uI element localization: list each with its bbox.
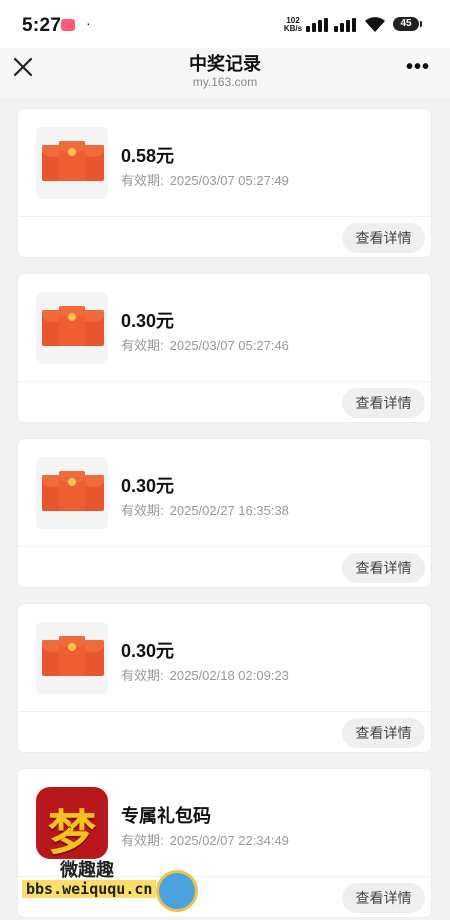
view-details-button[interactable]: 查看详情	[342, 718, 425, 748]
validity-date: 2025/02/27 16:35:38	[169, 503, 289, 518]
watermark-text: 微趣趣	[60, 860, 114, 880]
wifi-icon	[365, 17, 385, 32]
status-dot: ·	[86, 15, 91, 31]
view-details-button[interactable]: 查看详情	[342, 388, 425, 418]
record-amount: 0.30元	[121, 311, 175, 331]
network-speed: 102 KB/s	[282, 17, 304, 33]
red-envelope-icon	[36, 292, 108, 364]
view-details-button[interactable]: 查看详情	[342, 553, 425, 583]
validity-label: 有效期:	[121, 668, 164, 683]
red-envelope-icon	[36, 622, 108, 694]
red-envelope-icon	[36, 457, 108, 529]
record-validity: 有效期: 2025/02/27 16:35:38	[121, 500, 295, 519]
validity-label: 有效期:	[121, 833, 164, 848]
validity-label: 有效期:	[121, 173, 164, 188]
game-app-icon: 梦	[36, 787, 108, 859]
validity-date: 2025/02/18 02:09:23	[169, 668, 289, 683]
record-validity: 有效期: 2025/03/07 05:27:46	[121, 335, 295, 354]
divider	[18, 381, 431, 382]
record-card: 0.58元 有效期: 2025/03/07 05:27:49 查看详情	[18, 109, 431, 257]
divider	[18, 711, 431, 712]
record-validity: 有效期: 2025/02/07 22:34:49	[121, 830, 295, 849]
red-envelope-icon	[36, 127, 108, 199]
more-icon[interactable]: •••	[406, 56, 430, 79]
record-card: 0.30元 有效期: 2025/02/18 02:09:23 查看详情	[18, 604, 431, 752]
view-details-button[interactable]: 查看详情	[342, 883, 425, 913]
signal-icon	[334, 18, 356, 32]
validity-date: 2025/03/07 05:27:46	[169, 338, 289, 353]
network-speed-unit: KB/s	[283, 24, 303, 33]
divider	[18, 546, 431, 547]
validity-label: 有效期:	[121, 338, 164, 353]
record-validity: 有效期: 2025/03/07 05:27:49	[121, 170, 295, 189]
signal-icon	[306, 18, 328, 32]
app-notification-icon	[61, 19, 75, 31]
page-url: my.163.com	[192, 75, 258, 89]
record-card: 0.30元 有效期: 2025/02/27 16:35:38 查看详情	[18, 439, 431, 587]
validity-label: 有效期:	[121, 503, 164, 518]
watermark-mascot-icon	[156, 870, 198, 912]
status-bar: 5:27 · 102 KB/s 45	[0, 0, 450, 48]
page-header: 中奖记录 my.163.com •••	[0, 48, 450, 98]
divider	[18, 216, 431, 217]
battery-icon: 45	[393, 17, 422, 31]
page-title: 中奖记录	[189, 54, 261, 74]
record-card: 0.30元 有效期: 2025/03/07 05:27:46 查看详情	[18, 274, 431, 422]
validity-date: 2025/03/07 05:27:49	[169, 173, 289, 188]
watermark-url: bbs.weiququ.cn	[22, 880, 157, 898]
record-amount: 0.30元	[121, 641, 175, 661]
record-title: 专属礼包码	[121, 806, 211, 826]
view-details-button[interactable]: 查看详情	[342, 223, 425, 253]
record-amount: 0.58元	[121, 146, 175, 166]
validity-date: 2025/02/07 22:34:49	[169, 833, 289, 848]
game-icon-glyph: 梦	[47, 807, 96, 859]
record-validity: 有效期: 2025/02/18 02:09:23	[121, 665, 295, 684]
status-time: 5:27	[22, 15, 62, 36]
record-amount: 0.30元	[121, 476, 175, 496]
